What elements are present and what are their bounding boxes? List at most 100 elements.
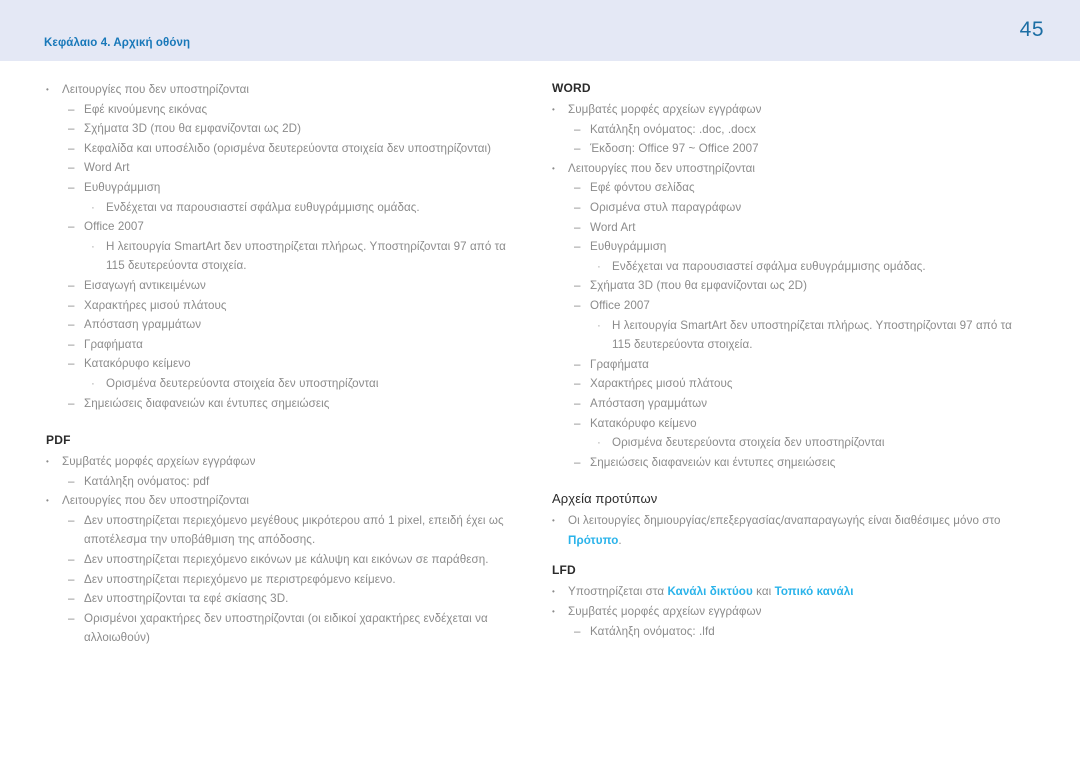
bullet-dot-icon: • [552, 163, 555, 173]
template-bullet-suffix: . [618, 533, 622, 547]
list-item-label: Σχήματα 3D (που θα εμφανίζονται ως 2D) [84, 122, 302, 136]
dash-marker-icon: – [68, 474, 75, 488]
list-item-label: Έκδοση: Office 97 ~ Office 2007 [590, 142, 759, 156]
lfd-supported-prefix: Υποστηρίζεται στα [568, 585, 668, 599]
dash-marker-icon: – [68, 592, 75, 606]
list-item: – Κεφαλίδα και υποσέλιδο (ορισμένα δευτε… [46, 139, 514, 159]
list-item-label: Υποστηρίζεται στα Κανάλι δικτύου και Τοπ… [568, 582, 1020, 602]
list-item-label: Ορισμένα δευτερεύοντα στοιχεία δεν υποστ… [612, 436, 885, 450]
list-item-label: Εφέ κινούμενης εικόνας [84, 102, 208, 116]
dash-marker-icon: – [574, 624, 581, 638]
middot-marker-icon: · [91, 376, 95, 390]
list-item: – Δεν υποστηρίζεται περιεχόμενο με περισ… [46, 570, 514, 590]
dash-marker-icon: – [574, 240, 581, 254]
middot-marker-icon: · [597, 318, 601, 332]
list-item: • Λειτουργίες που δεν υποστηρίζονται [552, 159, 1020, 179]
section-heading-lfd: LFD [552, 563, 576, 578]
bullet-dot-icon: • [552, 587, 555, 597]
bullet-dot-icon: • [46, 457, 49, 467]
list-item-label: Σχήματα 3D (που θα εμφανίζονται ως 2D) [590, 279, 808, 293]
left-column: • Λειτουργίες που δεν υποστηρίζονται – Ε… [46, 61, 514, 648]
dash-marker-icon: – [68, 141, 75, 155]
list-item-label: Λειτουργίες που δεν υποστηρίζονται [568, 161, 756, 175]
middot-marker-icon: · [597, 436, 601, 450]
list-item-label: Λειτουργίες που δεν υποστηρίζονται [62, 83, 250, 96]
list-item: · Ενδέχεται να παρουσιαστεί σφάλμα ευθυγ… [46, 198, 514, 218]
list-item-label: Word Art [590, 220, 636, 234]
template-link[interactable]: Πρότυπο [568, 534, 618, 547]
list-item-label: Σημειώσεις διαφανειών και έντυπες σημειώ… [84, 396, 330, 410]
list-item: – Κατακόρυφο κείμενο [46, 354, 514, 374]
list-item: – Ορισμένοι χαρακτήρες δεν υποστηρίζοντα… [46, 609, 514, 648]
list-item: – Γραφήματα [46, 335, 514, 355]
list-item-label: Η λειτουργία SmartArt δεν υποστηρίζεται … [612, 318, 1012, 352]
dash-marker-icon: – [574, 396, 581, 410]
list-item: · Ενδέχεται να παρουσιαστεί σφάλμα ευθυγ… [552, 257, 1020, 277]
list-item-label: Η λειτουργία SmartArt δεν υποστηρίζεται … [106, 239, 506, 273]
list-item: • Λειτουργίες που δεν υποστηρίζονται [46, 80, 514, 100]
dash-marker-icon: – [68, 161, 75, 175]
list-item-label: Office 2007 [84, 220, 144, 234]
list-item: – Απόσταση γραμμάτων [552, 394, 1020, 414]
network-channel-link[interactable]: Κανάλι δικτύου [668, 585, 753, 598]
dash-marker-icon: – [68, 180, 75, 194]
list-item: • Συμβατές μορφές αρχείων εγγράφων [552, 602, 1020, 622]
section-pdf: PDF • Συμβατές μορφές αρχείων εγγράφων –… [46, 432, 514, 648]
middot-marker-icon: · [91, 200, 95, 214]
list-item-label: Κατάληξη ονόματος: .lfd [590, 624, 715, 638]
list-item: – Word Art [46, 158, 514, 178]
list-item: – Έκδοση: Office 97 ~ Office 2007 [552, 139, 1020, 159]
template-bullet-prefix: Οι λειτουργίες δημιουργίας/επεξεργασίας/… [568, 514, 1001, 528]
list-item-label: Κεφαλίδα και υποσέλιδο (ορισμένα δευτερε… [84, 141, 492, 155]
dash-marker-icon: – [574, 122, 581, 136]
dash-marker-icon: – [68, 122, 75, 136]
page-content: • Λειτουργίες που δεν υποστηρίζονται – Ε… [0, 61, 1080, 763]
list-item: · Ορισμένα δευτερεύοντα στοιχεία δεν υπο… [46, 374, 514, 394]
bullet-dot-icon: • [552, 607, 555, 617]
section-template-files: Αρχεία προτύπων • Οι λειτουργίες δημιουρ… [552, 491, 1020, 550]
dash-marker-icon: – [68, 513, 75, 527]
page-header-band: Κεφάλαιο 4. Αρχική οθόνη 45 [0, 0, 1080, 61]
list-item: – Γραφήματα [552, 355, 1020, 375]
chapter-title: Κεφάλαιο 4. Αρχική οθόνη [44, 37, 191, 49]
list-item: – Σχήματα 3D (που θα εμφανίζονται ως 2D) [46, 119, 514, 139]
list-item-label: Ορισμένα δευτερεύοντα στοιχεία δεν υποστ… [106, 376, 379, 390]
list-item-label: Δεν υποστηρίζεται περιεχόμενο εικόνων με… [84, 553, 489, 567]
list-item-label: Δεν υποστηρίζεται περιεχόμενο μεγέθους μ… [84, 513, 504, 547]
lfd-supported-middle: και [752, 585, 775, 599]
local-channel-link[interactable]: Τοπικό κανάλι [775, 585, 854, 598]
list-item: • Οι λειτουργίες δημιουργίας/επεξεργασία… [552, 511, 1020, 550]
bullet-dot-icon: • [552, 105, 555, 114]
dash-marker-icon: – [68, 220, 75, 234]
list-item-label: Εισαγωγή αντικειμένων [84, 278, 206, 292]
list-item-label: Word Art [84, 161, 130, 175]
list-item: – Κατάληξη ονόματος: .doc, .docx [552, 120, 1020, 140]
list-item: – Εφέ κινούμενης εικόνας [46, 100, 514, 120]
list-item-label: Συμβατές μορφές αρχείων εγγράφων [568, 103, 762, 116]
list-item-label: Ευθυγράμμιση [84, 180, 161, 194]
dash-marker-icon: – [68, 278, 75, 292]
dash-marker-icon: – [574, 181, 581, 195]
list-item-label: Δεν υποστηρίζεται περιεχόμενο με περιστρ… [84, 572, 396, 586]
section-heading-pdf: PDF [46, 433, 71, 448]
list-item: • Συμβατές μορφές αρχείων εγγράφων [552, 100, 1020, 120]
list-item: · Η λειτουργία SmartArt δεν υποστηρίζετα… [46, 237, 514, 276]
dash-marker-icon: – [574, 377, 581, 391]
list-item: – Κατάληξη ονόματος: .lfd [552, 622, 1020, 642]
section-lfd: LFD • Υποστηρίζεται στα Κανάλι δικτύου κ… [552, 562, 1020, 641]
top-spacer [552, 61, 1020, 80]
list-item-label: Σημειώσεις διαφανειών και έντυπες σημειώ… [590, 455, 836, 469]
dash-marker-icon: – [574, 455, 581, 469]
list-item-label: Χαρακτήρες μισού πλάτους [590, 377, 733, 391]
list-item-label: Κατακόρυφο κείμενο [84, 357, 191, 371]
dash-marker-icon: – [68, 553, 75, 567]
list-item-label: Γραφήματα [84, 337, 143, 351]
list-item-label: Συμβατές μορφές αρχείων εγγράφων [568, 605, 762, 619]
dash-marker-icon: – [574, 279, 581, 293]
list-item: – Ορισμένα στυλ παραγράφων [552, 198, 1020, 218]
list-item: – Word Art [552, 218, 1020, 238]
dash-marker-icon: – [574, 200, 581, 214]
dash-marker-icon: – [574, 142, 581, 156]
